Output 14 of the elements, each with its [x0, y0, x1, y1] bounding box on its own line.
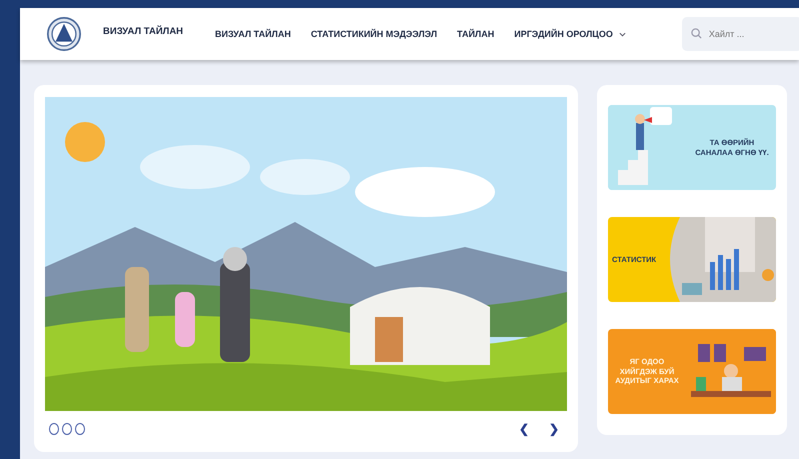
nav-link[interactable]: ВИЗУАЛ ТАЙЛАН — [215, 29, 291, 39]
slide-dot[interactable] — [75, 423, 85, 435]
search-icon — [690, 28, 702, 39]
slide-dot[interactable] — [62, 423, 72, 435]
nav-link[interactable]: ИРГЭДИЙН ОРОЛЦОО — [514, 29, 626, 39]
nav-link[interactable]: ТАЙЛАН — [457, 29, 494, 39]
emblem-logo-icon[interactable] — [47, 14, 81, 54]
caret-icon — [618, 32, 626, 36]
previous-button[interactable]: ❮ — [517, 422, 531, 436]
slide-dot[interactable] — [49, 423, 59, 435]
search-field[interactable]: Хайлт ... — [682, 17, 799, 51]
next-button[interactable]: ❯ — [547, 422, 561, 436]
brand-link[interactable]: ВИЗУАЛ ТАЙЛАН — [103, 26, 184, 36]
nav-link[interactable]: СТАТИСТИКИЙН МЭДЭЭЛЭЛ — [310, 29, 438, 39]
